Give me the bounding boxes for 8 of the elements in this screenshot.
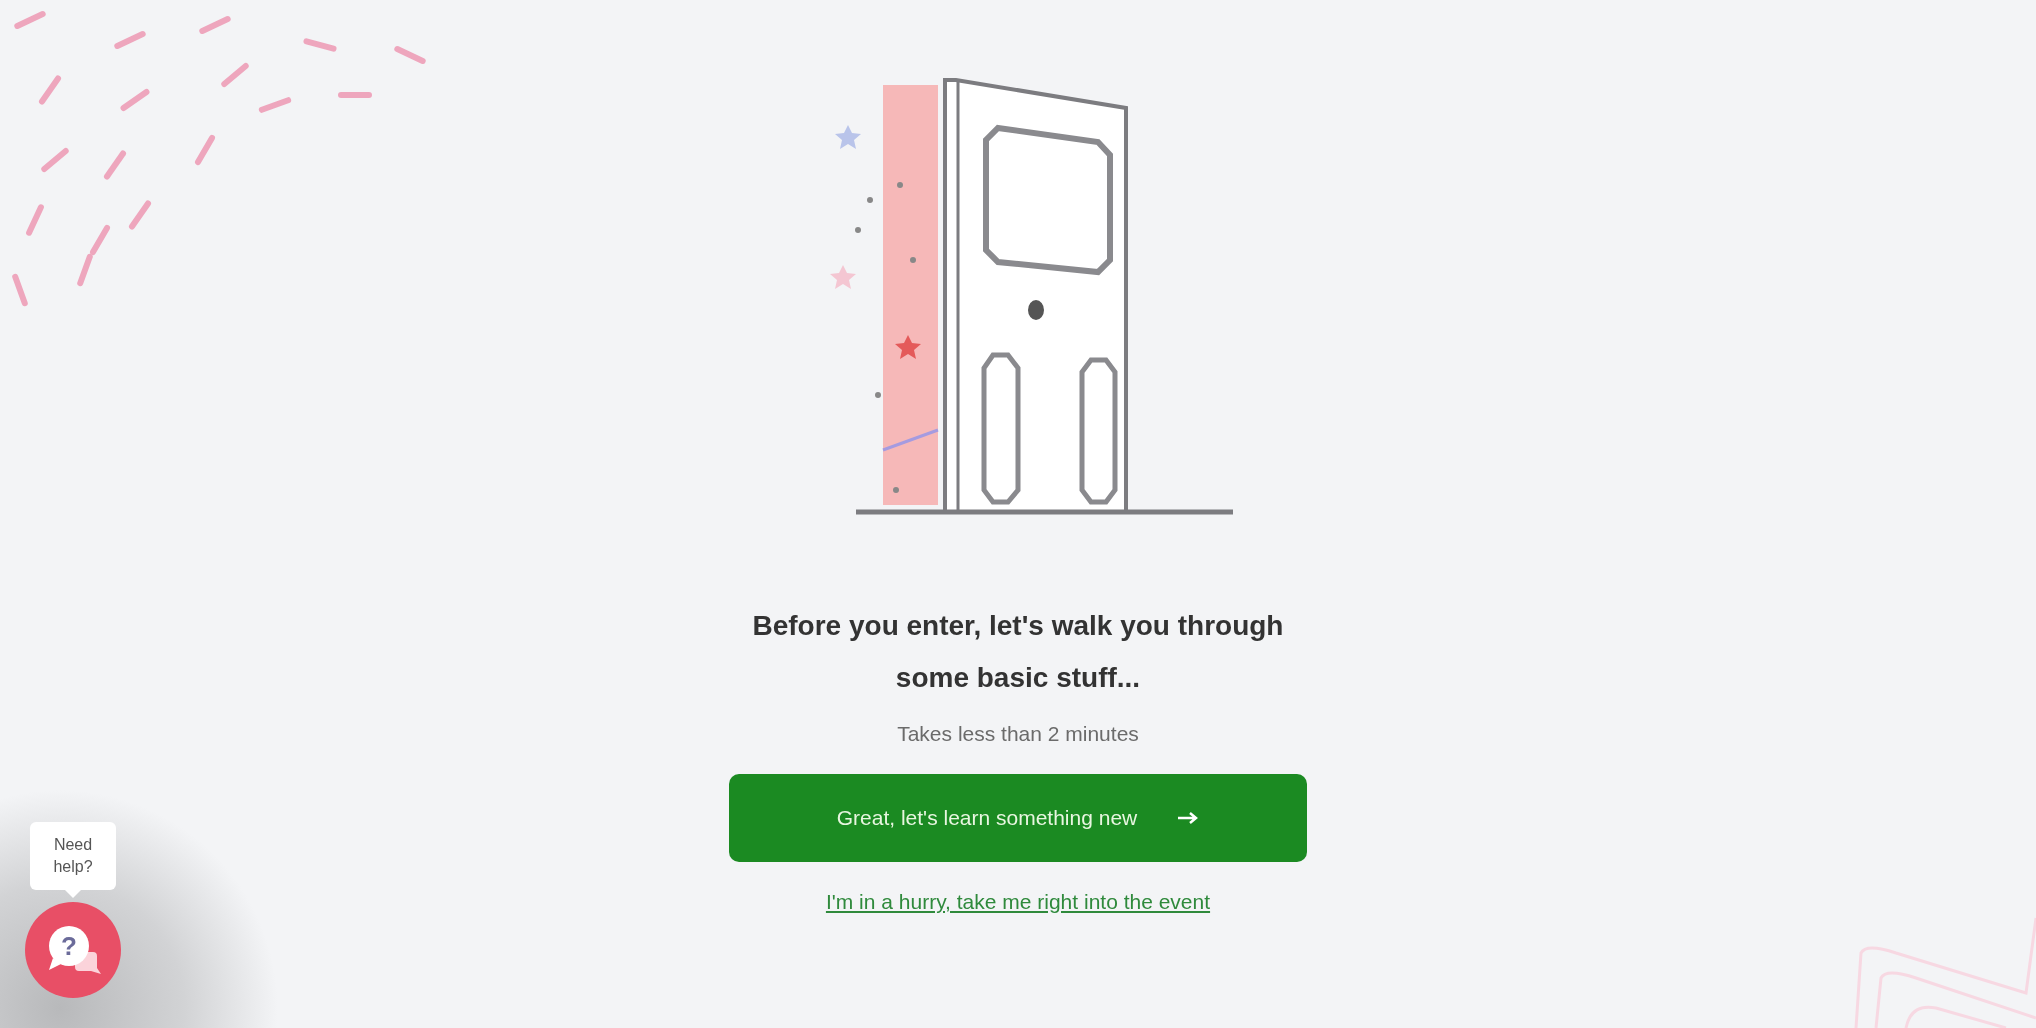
help-tooltip: Need help?	[30, 822, 116, 890]
help-button[interactable]: ?	[25, 902, 121, 998]
start-tour-button[interactable]: Great, let's learn something new	[729, 774, 1307, 862]
heading: Before you enter, let's walk you through some basic stuff...	[751, 609, 1285, 695]
skip-link[interactable]: I'm in a hurry, take me right into the event	[825, 890, 1211, 914]
tooltip-pointer	[65, 890, 81, 898]
subtitle: Takes less than 2 minutes	[897, 722, 1139, 746]
arrow-right-icon	[1177, 812, 1200, 824]
